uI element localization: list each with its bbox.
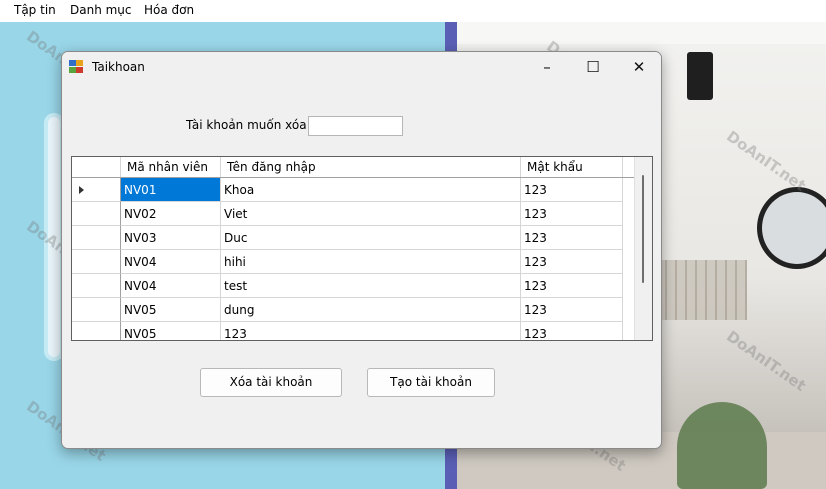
cell-username[interactable]: Khoa	[221, 178, 521, 202]
cell-password[interactable]: 123	[521, 322, 623, 340]
table-row[interactable]: NV01 Khoa 123	[72, 178, 635, 202]
row-header[interactable]	[72, 226, 121, 250]
background-plant	[677, 402, 767, 489]
cell-employee-id[interactable]: NV01	[121, 178, 221, 202]
row-header[interactable]	[72, 250, 121, 274]
cell-password[interactable]: 123	[521, 298, 623, 322]
cell-employee-id[interactable]: NV05	[121, 298, 221, 322]
scrollbar-thumb[interactable]	[642, 175, 644, 283]
column-header-employee-id[interactable]: Mã nhân viên	[121, 157, 221, 177]
grid-header: Mã nhân viên Tên đăng nhập Mật khẩu	[72, 157, 635, 178]
table-row[interactable]: NV02 Viet 123	[72, 202, 635, 226]
cell-username[interactable]: Duc	[221, 226, 521, 250]
row-header[interactable]	[72, 274, 121, 298]
account-window: Taikhoan – ☐ ✕ Tài khoản muốn xóa: Mã nh…	[61, 51, 662, 449]
cell-username[interactable]: Viet	[221, 202, 521, 226]
table-row[interactable]: NV04 test 123	[72, 274, 635, 298]
menu-item-invoice[interactable]: Hóa đơn	[144, 3, 194, 17]
cell-employee-id[interactable]: NV04	[121, 250, 221, 274]
cell-employee-id[interactable]: NV04	[121, 274, 221, 298]
cell-username[interactable]: dung	[221, 298, 521, 322]
background-mirror	[757, 187, 826, 269]
row-header[interactable]	[72, 178, 121, 202]
cell-password[interactable]: 123	[521, 178, 623, 202]
cell-password[interactable]: 123	[521, 250, 623, 274]
delete-account-label: Tài khoản muốn xóa:	[186, 118, 311, 132]
cell-password[interactable]: 123	[521, 202, 623, 226]
current-row-arrow-icon	[79, 186, 84, 194]
main-menu-bar: Tập tin Danh mục Hóa đơn	[0, 0, 826, 22]
table-row[interactable]: NV03 Duc 123	[72, 226, 635, 250]
table-row[interactable]: NV05 dung 123	[72, 298, 635, 322]
row-header[interactable]	[72, 298, 121, 322]
table-row[interactable]: NV04 hihi 123	[72, 250, 635, 274]
background-ceiling	[457, 22, 826, 44]
grid-vertical-scrollbar[interactable]	[634, 157, 652, 340]
column-header-username[interactable]: Tên đăng nhập	[221, 157, 521, 177]
title-bar[interactable]: Taikhoan – ☐ ✕	[62, 52, 661, 83]
window-title: Taikhoan	[92, 60, 145, 74]
app-icon	[69, 60, 84, 74]
accounts-grid[interactable]: Mã nhân viên Tên đăng nhập Mật khẩu NV01…	[71, 156, 653, 341]
cell-password[interactable]: 123	[521, 274, 623, 298]
table-row[interactable]: NV05 123 123	[72, 322, 635, 340]
background-rack	[657, 260, 747, 320]
column-header-password[interactable]: Mật khẩu	[521, 157, 623, 177]
cell-employee-id[interactable]: NV02	[121, 202, 221, 226]
cell-password[interactable]: 123	[521, 226, 623, 250]
delete-account-input[interactable]	[308, 116, 403, 136]
cell-username[interactable]: 123	[221, 322, 521, 340]
close-button[interactable]: ✕	[616, 52, 661, 83]
cell-employee-id[interactable]: NV03	[121, 226, 221, 250]
minimize-button[interactable]: –	[524, 52, 570, 83]
grid-header-corner	[72, 157, 121, 177]
menu-item-catalog[interactable]: Danh mục	[70, 3, 132, 17]
row-header[interactable]	[72, 202, 121, 226]
maximize-button[interactable]: ☐	[570, 52, 616, 83]
cell-employee-id[interactable]: NV05	[121, 322, 221, 340]
background-lamp	[687, 52, 713, 100]
delete-account-button[interactable]: Xóa tài khoản	[200, 368, 342, 397]
cell-username[interactable]: hihi	[221, 250, 521, 274]
cell-username[interactable]: test	[221, 274, 521, 298]
create-account-button[interactable]: Tạo tài khoản	[367, 368, 495, 397]
menu-item-file[interactable]: Tập tin	[14, 3, 56, 17]
row-header[interactable]	[72, 322, 121, 340]
